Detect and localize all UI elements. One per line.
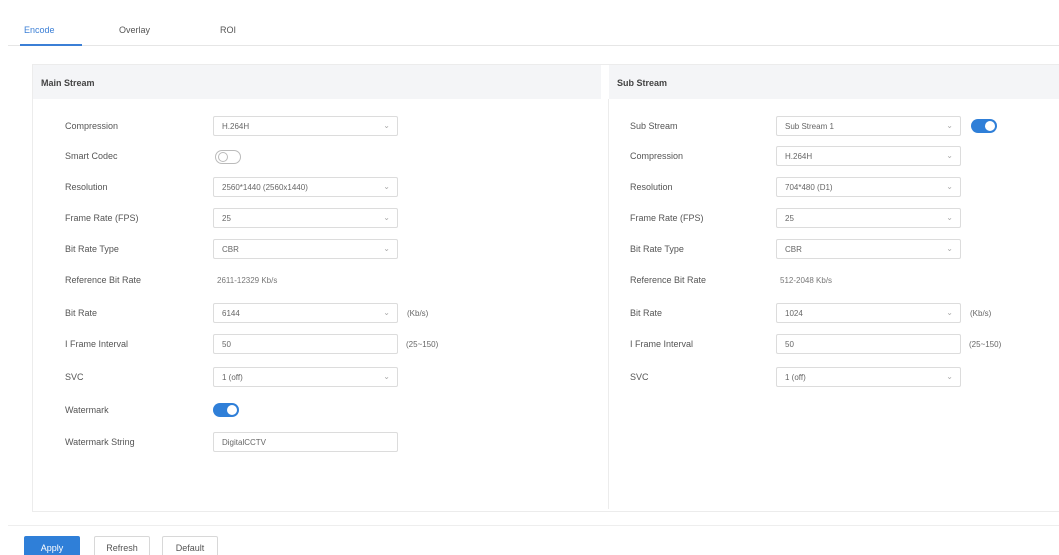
main-resolution-select[interactable]: 2560*1440 (2560x1440) ⌄ — [213, 177, 398, 197]
main-i-frame-interval-value: 50 — [222, 340, 231, 349]
sub-svc-select[interactable]: 1 (off) ⌄ — [776, 367, 961, 387]
column-divider — [608, 99, 609, 509]
main-svc-value: 1 (off) — [222, 373, 243, 382]
sub-bit-rate-label: Bit Rate — [630, 308, 663, 318]
footer-divider — [8, 525, 1059, 526]
sub-compression-select[interactable]: H.264H ⌄ — [776, 146, 961, 166]
main-stream-title: Main Stream — [41, 78, 95, 88]
tab-roi[interactable]: ROI — [220, 25, 236, 35]
main-stream-header: Main Stream — [33, 65, 601, 99]
sub-stream-select[interactable]: Sub Stream 1 ⌄ — [776, 116, 961, 136]
sub-reference-bit-rate-value: 512-2048 Kb/s — [780, 276, 833, 285]
tab-bar: Encode Overlay ROI — [8, 8, 1059, 46]
main-i-frame-interval-label: I Frame Interval — [65, 339, 129, 349]
watermark-string-input[interactable]: DigitalCCTV — [213, 432, 398, 452]
sub-bit-rate-type-select[interactable]: CBR ⌄ — [776, 239, 961, 259]
sub-resolution-label: Resolution — [630, 182, 673, 192]
chevron-down-icon: ⌄ — [946, 151, 953, 160]
sub-frame-rate-select[interactable]: 25 ⌄ — [776, 208, 961, 228]
main-bit-rate-type-label: Bit Rate Type — [65, 244, 119, 254]
watermark-label: Watermark — [65, 405, 109, 415]
sub-stream-toggle[interactable] — [971, 119, 997, 133]
sub-stream-label: Sub Stream — [630, 121, 678, 131]
encode-settings-panel: Main Stream Sub Stream Compression H.264… — [32, 64, 1059, 512]
sub-i-frame-interval-range: (25~150) — [969, 340, 1002, 349]
main-bit-rate-value: 6144 — [222, 309, 240, 318]
chevron-down-icon: ⌄ — [383, 308, 390, 317]
toggle-knob — [227, 405, 237, 415]
chevron-down-icon: ⌄ — [946, 182, 953, 191]
sub-i-frame-interval-input[interactable]: 50 — [776, 334, 961, 354]
active-tab-indicator — [20, 44, 82, 46]
main-reference-bit-rate-label: Reference Bit Rate — [65, 275, 142, 285]
sub-compression-value: H.264H — [785, 152, 813, 161]
main-svc-select[interactable]: 1 (off) ⌄ — [213, 367, 398, 387]
chevron-down-icon: ⌄ — [383, 213, 390, 222]
sub-compression-label: Compression — [630, 151, 684, 161]
main-bit-rate-label: Bit Rate — [65, 308, 98, 318]
sub-svc-label: SVC — [630, 372, 649, 382]
main-i-frame-interval-input[interactable]: 50 — [213, 334, 398, 354]
smart-codec-toggle[interactable] — [215, 150, 241, 164]
sub-resolution-value: 704*480 (D1) — [785, 183, 833, 192]
sub-stream-value: Sub Stream 1 — [785, 122, 834, 131]
smart-codec-label: Smart Codec — [65, 151, 118, 161]
main-bit-rate-type-select[interactable]: CBR ⌄ — [213, 239, 398, 259]
sub-resolution-select[interactable]: 704*480 (D1) ⌄ — [776, 177, 961, 197]
sub-stream-title: Sub Stream — [617, 78, 668, 88]
main-bit-rate-type-value: CBR — [222, 245, 239, 254]
chevron-down-icon: ⌄ — [383, 121, 390, 130]
tab-overlay[interactable]: Overlay — [119, 25, 150, 35]
sub-bit-rate-unit: (Kb/s) — [970, 309, 992, 318]
sub-bit-rate-value: 1024 — [785, 309, 803, 318]
watermark-string-value: DigitalCCTV — [222, 438, 267, 447]
watermark-toggle[interactable] — [213, 403, 239, 417]
sub-bit-rate-select[interactable]: 1024 ⌄ — [776, 303, 961, 323]
chevron-down-icon: ⌄ — [946, 121, 953, 130]
main-bit-rate-unit: (Kb/s) — [407, 309, 429, 318]
chevron-down-icon: ⌄ — [946, 213, 953, 222]
chevron-down-icon: ⌄ — [946, 244, 953, 253]
refresh-button[interactable]: Refresh — [94, 536, 150, 555]
main-compression-value: H.264H — [222, 122, 250, 131]
sub-bit-rate-type-value: CBR — [785, 245, 802, 254]
apply-button[interactable]: Apply — [24, 536, 80, 555]
sub-bit-rate-type-label: Bit Rate Type — [630, 244, 684, 254]
main-reference-bit-rate-value: 2611-12329 Kb/s — [217, 276, 278, 285]
sub-svc-value: 1 (off) — [785, 373, 806, 382]
main-frame-rate-select[interactable]: 25 ⌄ — [213, 208, 398, 228]
main-compression-select[interactable]: H.264H ⌄ — [213, 116, 398, 136]
main-resolution-label: Resolution — [65, 182, 108, 192]
tab-encode[interactable]: Encode — [24, 25, 55, 35]
main-frame-rate-value: 25 — [222, 214, 231, 223]
main-i-frame-interval-range: (25~150) — [406, 340, 439, 349]
sub-frame-rate-value: 25 — [785, 214, 794, 223]
watermark-string-label: Watermark String — [65, 437, 135, 447]
main-compression-label: Compression — [65, 121, 119, 131]
main-frame-rate-label: Frame Rate (FPS) — [65, 213, 139, 223]
chevron-down-icon: ⌄ — [946, 308, 953, 317]
chevron-down-icon: ⌄ — [946, 372, 953, 381]
chevron-down-icon: ⌄ — [383, 244, 390, 253]
sub-i-frame-interval-label: I Frame Interval — [630, 339, 694, 349]
main-svc-label: SVC — [65, 372, 84, 382]
toggle-knob — [985, 121, 995, 131]
default-button[interactable]: Default — [162, 536, 218, 555]
chevron-down-icon: ⌄ — [383, 182, 390, 191]
main-resolution-value: 2560*1440 (2560x1440) — [222, 183, 308, 192]
sub-frame-rate-label: Frame Rate (FPS) — [630, 213, 704, 223]
toggle-knob — [218, 152, 228, 162]
sub-reference-bit-rate-label: Reference Bit Rate — [630, 275, 707, 285]
chevron-down-icon: ⌄ — [383, 372, 390, 381]
sub-i-frame-interval-value: 50 — [785, 340, 794, 349]
sub-stream-header: Sub Stream — [609, 65, 1059, 99]
main-bit-rate-select[interactable]: 6144 ⌄ — [213, 303, 398, 323]
